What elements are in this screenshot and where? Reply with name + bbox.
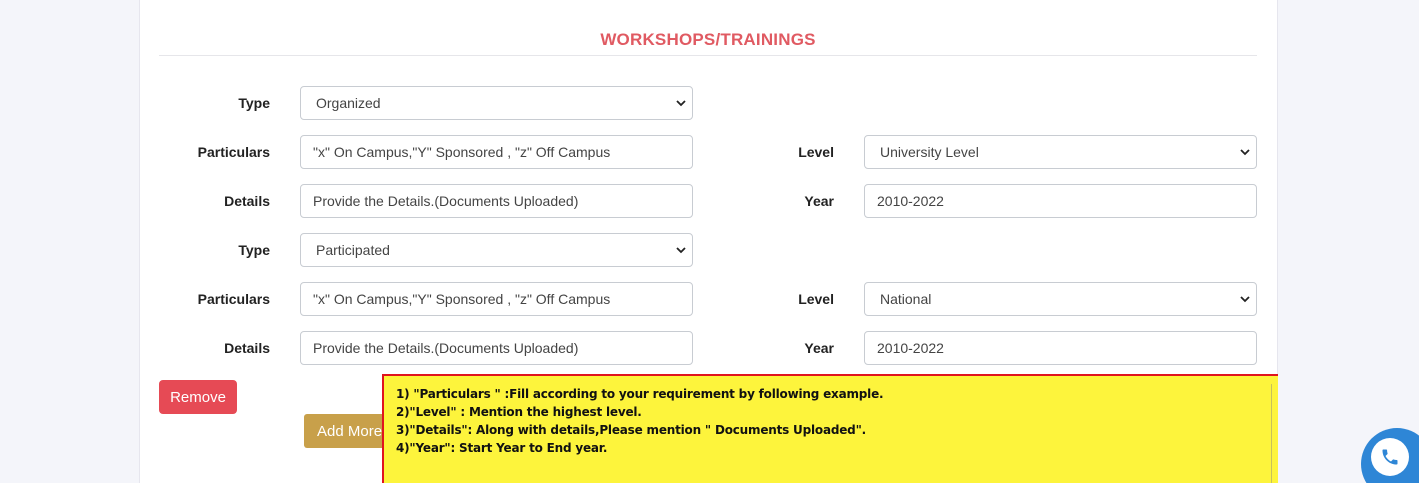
add-more-button[interactable]: Add More bbox=[304, 414, 386, 448]
details-input[interactable]: Provide the Details.(Documents Uploaded) bbox=[300, 184, 693, 218]
particulars-label: Particulars bbox=[197, 291, 270, 307]
details-label: Details bbox=[224, 193, 270, 209]
level-select[interactable]: University Level bbox=[864, 135, 1257, 169]
call-button-inner bbox=[1371, 438, 1409, 476]
details-label: Details bbox=[224, 340, 270, 356]
particulars-label: Particulars bbox=[197, 144, 270, 160]
section-title: WORKSHOPS/TRAININGS bbox=[600, 30, 816, 49]
type-select[interactable]: Participated bbox=[300, 233, 693, 267]
chevron-down-icon bbox=[676, 100, 686, 107]
level-select[interactable]: National bbox=[864, 282, 1257, 316]
instruction-line: 3)"Details": Along with details,Please m… bbox=[396, 423, 866, 437]
level-label: Level bbox=[798, 291, 834, 307]
type-label: Type bbox=[238, 242, 270, 258]
instructions-note: 1) "Particulars " :Fill according to you… bbox=[382, 374, 1278, 483]
instruction-line: 4)"Year": Start Year to End year. bbox=[396, 441, 608, 455]
instruction-line: 2)"Level" : Mention the highest level. bbox=[396, 405, 642, 419]
type-select-value: Participated bbox=[316, 242, 390, 258]
note-divider bbox=[1271, 384, 1272, 483]
remove-button[interactable]: Remove bbox=[159, 380, 237, 414]
details-input[interactable]: Provide the Details.(Documents Uploaded) bbox=[300, 331, 693, 365]
chevron-down-icon bbox=[1240, 296, 1250, 303]
call-button[interactable] bbox=[1361, 428, 1419, 483]
divider bbox=[159, 55, 1257, 56]
level-select-value: University Level bbox=[880, 144, 979, 160]
type-select-value: Organized bbox=[316, 95, 381, 111]
type-label: Type bbox=[238, 95, 270, 111]
type-select[interactable]: Organized bbox=[300, 86, 693, 120]
phone-icon bbox=[1382, 449, 1398, 465]
level-select-value: National bbox=[880, 291, 932, 307]
year-label: Year bbox=[804, 340, 834, 356]
chevron-down-icon bbox=[1240, 149, 1250, 156]
level-label: Level bbox=[798, 144, 834, 160]
particulars-input[interactable]: "x" On Campus,"Y" Sponsored , "z" Off Ca… bbox=[300, 282, 693, 316]
instruction-line: 1) "Particulars " :Fill according to you… bbox=[396, 387, 884, 401]
chevron-down-icon bbox=[676, 247, 686, 254]
year-label: Year bbox=[804, 193, 834, 209]
year-input[interactable]: 2010-2022 bbox=[864, 331, 1257, 365]
year-input[interactable]: 2010-2022 bbox=[864, 184, 1257, 218]
particulars-input[interactable]: "x" On Campus,"Y" Sponsored , "z" Off Ca… bbox=[300, 135, 693, 169]
